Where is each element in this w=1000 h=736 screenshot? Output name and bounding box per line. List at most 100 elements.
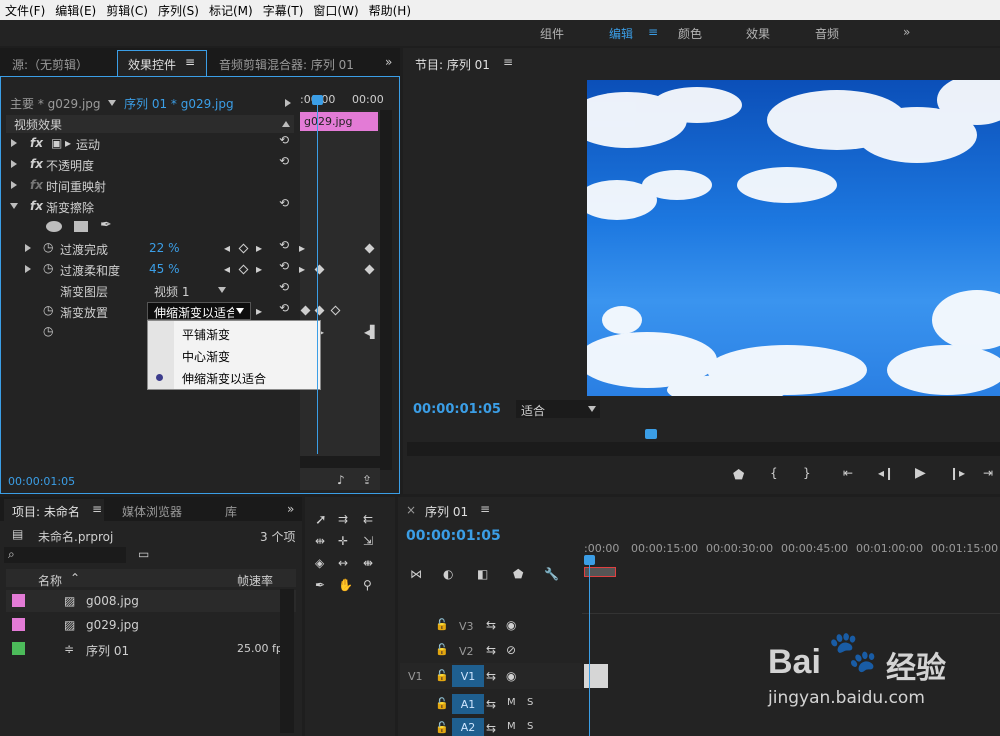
tab-media-browser[interactable]: 媒体浏览器 (122, 503, 182, 520)
playhead-handle[interactable] (312, 95, 323, 105)
eye-icon[interactable]: ◉ (506, 669, 516, 683)
collapse-icon[interactable] (282, 121, 290, 127)
eye-icon[interactable]: ◉ (506, 618, 516, 632)
sync-lock-icon[interactable]: ⇆ (486, 643, 496, 657)
chevron-down-icon[interactable] (108, 100, 116, 106)
reset-icon[interactable]: ⟲ (279, 154, 289, 168)
transform-icon[interactable]: ▣ (51, 136, 62, 150)
sort-up-icon[interactable]: ⌃ (70, 571, 80, 585)
lock-icon[interactable]: 🔓 (435, 643, 449, 656)
prev-keyframe-icon[interactable]: ◂ (224, 262, 230, 276)
add-marker-icon[interactable]: ⬟ (733, 468, 744, 483)
solo-button-icon[interactable]: S (527, 697, 533, 708)
tab-audio-mixer[interactable]: 音频剪辑混合器: 序列 01 (219, 56, 354, 73)
track-select-back-tool-icon[interactable]: ⇇ (363, 512, 373, 526)
track-name[interactable]: A2 (452, 718, 484, 736)
lock-icon[interactable]: 🔓 (435, 697, 449, 710)
option-stretch-gradient[interactable]: 伸缩渐变以适合 (182, 370, 266, 387)
more-tabs-icon[interactable]: » (287, 502, 294, 516)
go-to-in-icon[interactable]: ⇤ (843, 466, 853, 480)
tab-library[interactable]: 库 (225, 503, 237, 520)
list-item[interactable] (6, 590, 296, 612)
step-back-icon[interactable]: ◂❙ (878, 466, 894, 480)
sync-lock-icon[interactable]: ⇆ (486, 669, 496, 683)
reset-icon[interactable]: ⟲ (279, 301, 289, 315)
reset-icon[interactable]: ⟲ (279, 196, 289, 210)
panel-menu-icon[interactable]: ≡ (480, 502, 490, 516)
program-timecode[interactable]: 00:00:01:05 (413, 402, 501, 417)
pen-mask-icon[interactable]: ✒ (100, 217, 112, 233)
expand-completion-icon[interactable] (25, 244, 31, 252)
lock-icon[interactable]: 🔓 (435, 669, 449, 682)
workspace-menu-icon[interactable]: ≡ (648, 25, 658, 39)
fx-icon[interactable]: fx (30, 136, 43, 150)
menu-file[interactable]: 文件(F) (0, 2, 50, 19)
effect-timecode[interactable]: 00:00:01:05 (8, 475, 75, 495)
menu-clip[interactable]: 剪辑(C) (101, 2, 153, 19)
col-fps-header[interactable]: 帧速率 (237, 572, 273, 592)
zoom-tool-icon[interactable]: ⚲ (363, 578, 372, 592)
reset-icon[interactable]: ⟲ (279, 133, 289, 147)
transition-softness-value[interactable]: 45 % (149, 262, 180, 282)
fx-icon[interactable]: fx (30, 199, 43, 213)
source-track-name[interactable]: V1 (408, 670, 423, 683)
program-playhead[interactable] (645, 429, 657, 439)
expand-opacity-icon[interactable] (11, 160, 17, 168)
rate-stretch-tool-icon[interactable]: ⇲ (363, 534, 373, 548)
hand-tool-icon[interactable]: ✋ (338, 578, 353, 592)
eye-hidden-icon[interactable]: ⊘ (506, 643, 516, 657)
transition-completion-value[interactable]: 22 % (149, 241, 180, 261)
slide-tool-icon[interactable]: ⇼ (363, 556, 373, 570)
play-only-icon[interactable] (285, 99, 291, 107)
option-tile-gradient[interactable]: 平铺渐变 (182, 326, 230, 343)
sequence-clip-label[interactable]: 序列 01 * g029.jpg (124, 95, 234, 115)
workspace-audio[interactable]: 音频 (815, 25, 839, 42)
search-input[interactable] (4, 547, 126, 563)
next-keyframe-icon[interactable]: ▸ (256, 241, 262, 255)
mute-button-icon[interactable]: M (507, 721, 516, 732)
workspace-effects[interactable]: 效果 (746, 25, 770, 42)
keyframe-end-icon[interactable]: ◂▌ (364, 325, 379, 339)
sync-lock-icon[interactable]: ⇆ (486, 721, 496, 735)
sync-lock-icon[interactable]: ⇆ (486, 697, 496, 711)
ripple-edit-tool-icon[interactable]: ⇹ (315, 534, 325, 548)
track-select-tool-icon[interactable]: ⇉ (338, 512, 348, 526)
tab-source[interactable]: 源:（无剪辑） (12, 56, 88, 73)
collapse-gradient-wipe-icon[interactable] (10, 203, 18, 209)
wrench-icon[interactable]: 🔧 (544, 567, 559, 581)
more-tabs-icon[interactable]: » (385, 55, 392, 69)
scrollbar[interactable] (280, 589, 294, 733)
export-icon[interactable]: ⇪ (362, 473, 372, 487)
mark-in-icon[interactable]: { (770, 466, 778, 480)
col-name-header[interactable]: 名称 (38, 572, 62, 592)
menu-sequence[interactable]: 序列(S) (153, 2, 204, 19)
timeline-playhead[interactable] (584, 555, 595, 565)
horizontal-scrollbar[interactable] (300, 456, 392, 468)
snap-icon[interactable]: ⋈ (410, 567, 422, 581)
menu-marker[interactable]: 标记(M) (204, 2, 258, 19)
option-center-gradient[interactable]: 中心渐变 (182, 348, 230, 365)
mark-out-icon[interactable]: } (803, 466, 811, 480)
play-icon[interactable]: ▶ (915, 465, 926, 481)
panel-menu-icon[interactable]: ≡ (503, 55, 513, 69)
reset-icon[interactable]: ⟲ (279, 259, 289, 273)
fx-icon[interactable]: fx (30, 157, 43, 171)
program-scrubber[interactable] (407, 442, 1000, 456)
gradient-layer-select[interactable]: 视频 1 (150, 281, 232, 299)
ellipse-mask-icon[interactable] (46, 221, 62, 232)
pen-tool-icon[interactable]: ✒ (315, 578, 325, 592)
menu-title[interactable]: 字幕(T) (258, 2, 309, 19)
clip-v1[interactable] (584, 664, 608, 688)
workspace-editing[interactable]: 编辑 (609, 25, 633, 42)
stopwatch-icon[interactable]: ◷ (43, 324, 53, 338)
tab-effect-controls[interactable]: 效果控件 (128, 56, 176, 73)
expand-motion-icon[interactable] (11, 139, 17, 147)
next-keyframe-icon[interactable]: ▸ (256, 262, 262, 276)
linked-selection-icon[interactable]: ◐ (443, 567, 453, 581)
list-item[interactable] (6, 614, 296, 636)
menu-window[interactable]: 窗口(W) (308, 2, 363, 19)
menu-edit[interactable]: 编辑(E) (50, 2, 101, 19)
track-name[interactable]: A1 (452, 694, 484, 714)
fit-select[interactable]: 适合 (516, 400, 600, 418)
rolling-edit-tool-icon[interactable]: ✛ (338, 534, 348, 548)
